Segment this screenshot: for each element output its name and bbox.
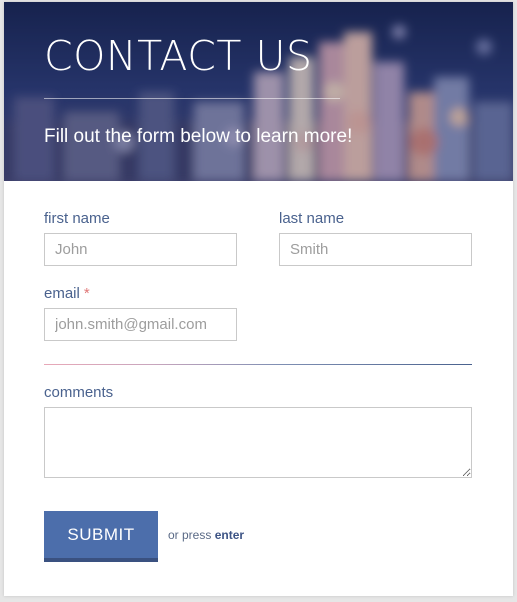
email-label-text: email	[44, 285, 80, 302]
first-name-label: first name	[44, 210, 110, 227]
title-divider	[44, 98, 340, 99]
email-label: email *	[44, 285, 90, 302]
header-banner: CONTACT US Fill out the form below to le…	[4, 2, 513, 181]
first-name-input[interactable]	[44, 233, 237, 266]
comments-textarea[interactable]	[44, 407, 472, 478]
required-marker: *	[83, 285, 90, 302]
contact-form: first name last name email* comments SUB…	[44, 181, 472, 596]
contact-card: CONTACT US Fill out the form below to le…	[4, 2, 513, 596]
submit-button[interactable]: SUBMIT	[44, 511, 158, 562]
page-subtitle: Fill out the form below to learn more!	[44, 126, 353, 147]
email-input[interactable]	[44, 308, 237, 341]
comments-label: comments	[44, 384, 114, 401]
enter-hint-prefix: or press	[168, 528, 212, 542]
last-name-label: last name	[279, 210, 345, 227]
enter-hint-key: enter	[214, 528, 245, 542]
enter-hint: or press enter	[168, 528, 244, 542]
city-background-image	[4, 2, 513, 181]
page-title: CONTACT US	[44, 32, 313, 80]
section-divider	[44, 364, 472, 365]
last-name-input[interactable]	[279, 233, 472, 266]
